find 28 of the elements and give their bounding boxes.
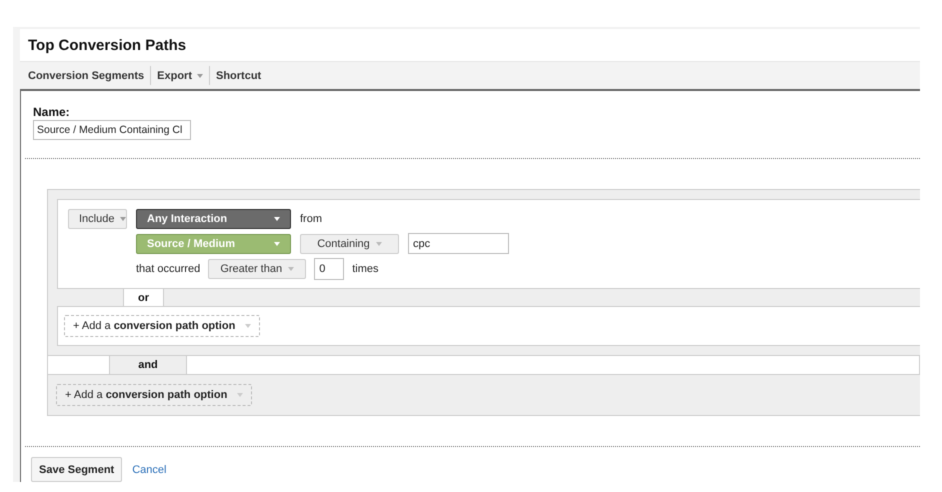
add-path-option-button[interactable]: + Add a conversion path option	[56, 384, 252, 406]
toolbar-item[interactable]: Export	[150, 66, 209, 85]
interaction-dropdown[interactable]: Any Interaction	[136, 209, 291, 229]
caret-icon	[245, 324, 252, 328]
toolbar-item[interactable]: Shortcut	[208, 66, 268, 85]
page-title: Top Conversion Paths	[27, 36, 188, 56]
caret-icon	[274, 217, 280, 221]
name-label: Name:	[32, 105, 71, 119]
save-segment-button[interactable]: Save Segment	[31, 457, 122, 482]
include-dropdown[interactable]: Include	[68, 209, 127, 229]
match-type-dropdown[interactable]: Containing	[300, 234, 399, 254]
and-label: and	[110, 356, 186, 374]
value-field[interactable]: cpc	[408, 233, 509, 254]
or-label: or	[123, 289, 164, 306]
from-label: from	[300, 213, 322, 225]
add-path-option-button[interactable]: + Add a conversion path option	[64, 315, 260, 337]
cancel-link[interactable]: Cancel	[132, 464, 166, 476]
name-field[interactable]: Source / Medium Containing Cl	[33, 120, 191, 140]
comparison-dropdown[interactable]: Greater than	[208, 259, 306, 279]
count-field[interactable]: 0	[314, 258, 344, 280]
times-label: times	[352, 263, 378, 275]
occurred-label: that occurred	[136, 263, 200, 275]
caret-icon	[376, 242, 382, 246]
caret-icon	[274, 242, 280, 246]
toolbar-item[interactable]: Conversion Segments	[22, 66, 150, 85]
caret-icon	[120, 217, 126, 221]
caret-icon	[288, 267, 294, 271]
caret-icon	[237, 393, 244, 397]
